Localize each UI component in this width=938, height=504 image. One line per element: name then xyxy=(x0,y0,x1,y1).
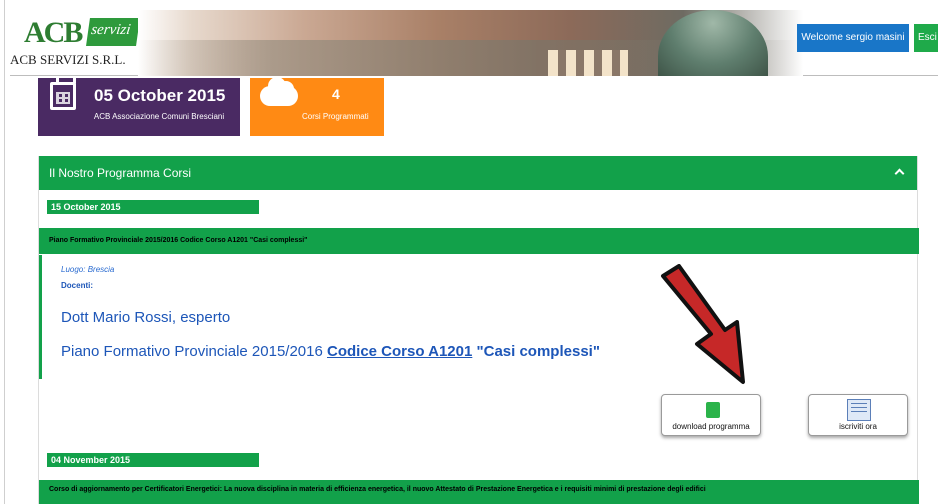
chevron-up-icon[interactable] xyxy=(894,168,905,179)
course-program-name: Piano Formativo Provinciale 2015/2016 xyxy=(61,343,323,360)
company-name: ACB SERVIZI S.R.L. xyxy=(10,52,126,67)
company-logo[interactable]: ACB servizi ACB SERVIZI S.R.L. xyxy=(10,10,140,72)
date-tile: 05 October 2015 ACB Associazione Comuni … xyxy=(38,78,240,136)
courses-count: 4 xyxy=(332,86,340,102)
page-edge-line xyxy=(4,0,5,504)
form-icon xyxy=(847,399,871,421)
cloud-icon xyxy=(260,77,298,106)
association-name: ACB Associazione Comuni Bresciani xyxy=(93,112,225,121)
course-title-bar: Corso di aggiornamento per Certificatori… xyxy=(39,480,919,504)
welcome-user-button[interactable]: Welcome sergio masini xyxy=(797,24,909,52)
enroll-now-label: iscriviti ora xyxy=(839,422,877,431)
course-subtitle: "Casi complessi" xyxy=(476,343,600,360)
courses-count-label: Corsi Programmati xyxy=(302,112,369,121)
course-location: Luogo: Brescia xyxy=(61,265,115,274)
course-date-bar: 04 November 2015 xyxy=(47,453,259,467)
program-panel: Il Nostro Programma Corsi 15 October 201… xyxy=(38,156,919,504)
teacher-name: Dott Mario Rossi, esperto xyxy=(61,309,231,326)
banner-dome xyxy=(658,10,768,76)
logo-servizi-badge: servizi xyxy=(86,18,140,46)
download-program-button[interactable]: download programma xyxy=(661,394,761,436)
download-program-label: download programma xyxy=(672,422,750,431)
course-description: Piano Formativo Provinciale 2015/2016 Co… xyxy=(61,343,600,360)
logo-acb-text: ACB xyxy=(24,16,83,49)
program-panel-header[interactable]: Il Nostro Programma Corsi xyxy=(39,156,917,190)
course-code-link[interactable]: Codice Corso A1201 xyxy=(327,343,472,360)
current-date: 05 October 2015 xyxy=(94,86,226,105)
teachers-label: Docenti: xyxy=(61,281,93,290)
logout-button[interactable]: Esci xyxy=(914,24,938,52)
course-details: Luogo: Brescia Docenti: Dott Mario Rossi… xyxy=(39,255,919,379)
course-title-bar: Piano Formativo Provinciale 2015/2016 Co… xyxy=(39,228,919,254)
enroll-now-button[interactable]: iscriviti ora xyxy=(808,394,908,436)
banner-towers xyxy=(548,50,628,76)
red-arrow-annotation xyxy=(661,264,745,384)
program-panel-title: Il Nostro Programma Corsi xyxy=(49,166,192,180)
courses-count-tile: 4 Corsi Programmati xyxy=(250,77,384,136)
course-date-bar: 15 October 2015 xyxy=(47,200,259,214)
download-icon xyxy=(706,402,720,418)
header-banner-image xyxy=(138,10,803,76)
calendar-icon xyxy=(50,78,76,110)
site-header: ACB servizi ACB SERVIZI S.R.L. Welcome s… xyxy=(10,10,938,76)
